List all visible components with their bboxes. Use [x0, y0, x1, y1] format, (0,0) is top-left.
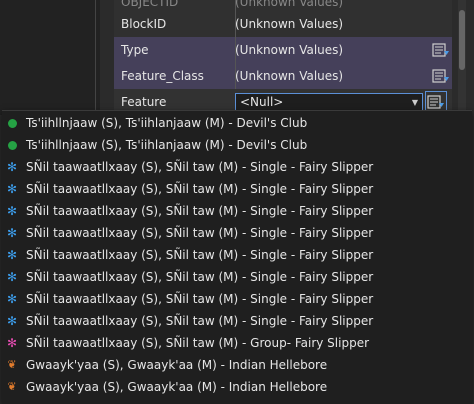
column-separator [235, 63, 236, 89]
blue-flower-icon: ✻ [6, 270, 18, 284]
list-item[interactable]: ✻ SÑil taawaatllxaay (S), SÑil taw (M) -… [2, 310, 472, 332]
green-dot-icon [6, 139, 18, 151]
row-value: (Unknown Values) [235, 17, 344, 31]
row-name: Type [121, 43, 149, 57]
dropdown-value: <Null> [240, 95, 284, 109]
feature-dropdown-list[interactable]: Ts'iihllnjaaw (S), Ts'iihlanjaaw (M) - D… [2, 110, 472, 404]
list-item-label: Gwaayk'yaa (S), Gwaayk'aa (M) - Indian H… [26, 358, 328, 372]
chevron-down-icon[interactable]: ▼ [412, 98, 418, 107]
blue-flower-icon: ✻ [6, 292, 18, 306]
list-item-label: SÑil taawaatllxaay (S), SÑil taw (M) - S… [26, 226, 374, 240]
list-item[interactable]: ✻ SÑil taawaatllxaay (S), SÑil taw (M) -… [2, 288, 472, 310]
list-item-label: Gwaayk'yaa (S), Gwaayk'aa (M) - Indian H… [26, 380, 328, 394]
row-blockid[interactable]: BlockID (Unknown Values) [114, 11, 452, 37]
scrollbar-thumb[interactable] [459, 10, 465, 70]
blue-flower-icon: ✻ [6, 226, 18, 240]
list-item[interactable]: ✻ SÑil taawaatllxaay (S), SÑil taw (M) -… [2, 332, 472, 354]
row-value: (Unknown Values) [235, 69, 344, 83]
orange-leaf-icon: ❦ [7, 358, 17, 371]
blue-flower-icon: ✻ [6, 182, 18, 196]
list-item-label: SÑil taawaatllxaay (S), SÑil taw (M) - S… [26, 270, 374, 284]
list-item[interactable]: ✻ SÑil taawaatllxaay (S), SÑil taw (M) -… [2, 200, 472, 222]
list-item[interactable]: ❦ Gwaayk'yaa (S), Gwaayk'aa (M) - Indian… [2, 354, 472, 376]
orange-leaf-icon: ❦ [7, 380, 17, 393]
list-item[interactable]: Ts'iihllnjaaw (S), Ts'iihlanjaaw (M) - D… [2, 112, 472, 134]
list-item-label: Ts'iihllnjaaw (S), Ts'iihlanjaaw (M) - D… [26, 138, 308, 152]
table-edit-icon[interactable] [430, 39, 452, 61]
table-edit-icon[interactable] [430, 65, 452, 87]
list-item-label: SÑil taawaatllxaay (S), SÑil taw (M) - S… [26, 248, 374, 262]
list-item-label: Ts'iihllnjaaw (S), Ts'iihlanjaaw (M) - D… [26, 116, 308, 130]
blue-flower-icon: ✻ [6, 248, 18, 262]
list-item-label: SÑil taawaatllxaay (S), SÑil taw (M) - G… [26, 336, 370, 350]
list-item-label: SÑil taawaatllxaay (S), SÑil taw (M) - S… [26, 204, 374, 218]
panel-divider [95, 0, 96, 115]
green-dot-icon [6, 117, 18, 129]
blue-flower-icon: ✻ [6, 160, 18, 174]
row-name: Feature [121, 95, 167, 109]
list-item[interactable]: ❦ Gwaayk'yaa (S), Gwaayk'aa (M) - Indian… [2, 376, 472, 398]
row-name: Feature_Class [121, 69, 204, 83]
blue-flower-icon: ✻ [6, 314, 18, 328]
list-item[interactable]: ✻ SÑil taawaatllxaay (S), SÑil taw (M) -… [2, 244, 472, 266]
row-value: (Unknown Values) [235, 0, 344, 9]
list-item[interactable]: ✻ SÑil taawaatllxaay (S), SÑil taw (M) -… [2, 266, 472, 288]
list-item-label: SÑil taawaatllxaay (S), SÑil taw (M) - S… [26, 160, 374, 174]
row-name: OBJECTID [121, 0, 179, 9]
pink-flower-icon: ✻ [6, 336, 18, 350]
row-feature-class[interactable]: Feature_Class (Unknown Values) [114, 63, 452, 89]
feature-dropdown[interactable]: <Null> ▼ [235, 93, 423, 111]
list-item[interactable]: ✻ SÑil taawaatllxaay (S), SÑil taw (M) -… [2, 222, 472, 244]
column-separator [235, 11, 236, 37]
left-panel [0, 0, 100, 115]
list-item-label: SÑil taawaatllxaay (S), SÑil taw (M) - S… [26, 292, 374, 306]
row-value: (Unknown Values) [235, 43, 344, 57]
list-item-label: SÑil taawaatllxaay (S), SÑil taw (M) - S… [26, 314, 374, 328]
list-item[interactable]: Ts'iihllnjaaw (S), Ts'iihlanjaaw (M) - D… [2, 134, 472, 156]
list-item[interactable]: ✻ SÑil taawaatllxaay (S), SÑil taw (M) -… [2, 156, 472, 178]
row-name: BlockID [121, 17, 167, 31]
list-item-label: SÑil taawaatllxaay (S), SÑil taw (M) - S… [26, 182, 374, 196]
column-separator [235, 37, 236, 63]
vertical-scrollbar[interactable] [458, 0, 466, 115]
list-item[interactable]: ✻ SÑil taawaatllxaay (S), SÑil taw (M) -… [2, 178, 472, 200]
row-type[interactable]: Type (Unknown Values) [114, 37, 452, 63]
blue-flower-icon: ✻ [6, 204, 18, 218]
